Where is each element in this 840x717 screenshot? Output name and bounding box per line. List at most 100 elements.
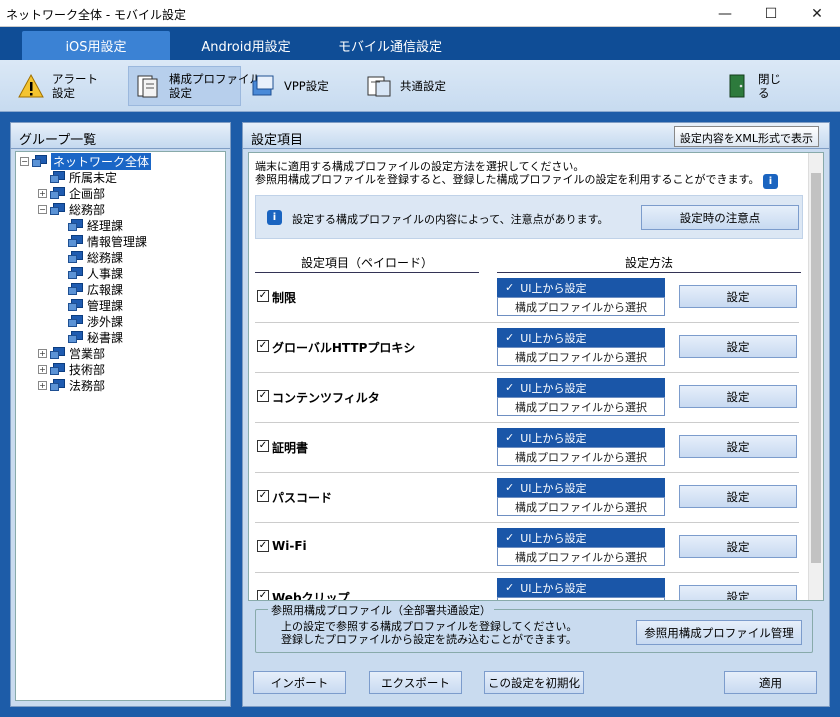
tree-item[interactable]: 経理課 <box>56 217 123 233</box>
option-profile[interactable]: 構成プロファイルから選択 <box>497 297 665 316</box>
note-box: i 設定する構成プロファイルの内容によって、注意点があります。 設定時の注意点 <box>255 195 803 239</box>
payload-name: 制限 <box>272 291 297 305</box>
payload-checkbox[interactable]: ✓ <box>257 390 269 402</box>
tree-item[interactable]: 総務課 <box>56 249 123 265</box>
info-icon[interactable]: i <box>763 174 778 189</box>
tree-item[interactable]: 秘書課 <box>56 329 123 345</box>
tree-item[interactable]: 管理課 <box>56 297 123 313</box>
scrollbar[interactable] <box>808 153 823 600</box>
group-icon <box>50 170 66 184</box>
description-line-1: 端末に適用する構成プロファイルの設定方法を選択してください。 <box>255 160 585 173</box>
payload-checkbox[interactable]: ✓ <box>257 440 269 452</box>
option-profile[interactable]: 構成プロファイルから選択 <box>497 547 665 566</box>
note-info-icon: i <box>267 210 282 225</box>
tree-item[interactable]: − ネットワーク全体 <box>20 152 152 170</box>
check-icon: ✓ <box>505 481 515 494</box>
tree-item[interactable]: + 技術部 <box>38 361 105 377</box>
payload-checkbox[interactable]: ✓ <box>257 290 269 302</box>
alert-settings-button[interactable]: アラート 設定 <box>12 66 112 106</box>
expand-toggle-icon[interactable]: − <box>38 204 47 214</box>
option-ui[interactable]: ✓ UI上から設定 <box>497 478 665 497</box>
tree-item[interactable]: 渉外課 <box>56 313 123 329</box>
vpp-settings-button[interactable]: VPP設定 <box>244 66 344 106</box>
set-button[interactable]: 設定 <box>679 435 797 458</box>
common-settings-button[interactable]: 共通設定 <box>360 66 460 106</box>
expand-toggle-icon[interactable]: + <box>38 348 47 358</box>
tree-item[interactable]: 情報管理課 <box>56 233 147 249</box>
payload-checkbox[interactable]: ✓ <box>257 340 269 352</box>
option-ui-label: UI上から設定 <box>520 581 587 595</box>
check-icon: ✓ <box>505 331 515 344</box>
reference-profile-manage-button[interactable]: 参照用構成プロファイル管理 <box>636 620 802 645</box>
xml-view-button[interactable]: 設定内容をXML形式で表示 <box>673 126 819 147</box>
tree-item[interactable]: − 総務部 <box>38 201 105 217</box>
tree-item[interactable]: + 企画部 <box>38 185 105 201</box>
set-button[interactable]: 設定 <box>679 385 797 408</box>
option-ui[interactable]: ✓ UI上から設定 <box>497 528 665 547</box>
tree-item[interactable]: + 営業部 <box>38 345 105 361</box>
option-profile[interactable]: 構成プロファイルから選択 <box>497 497 665 516</box>
maximize-button[interactable]: ☐ <box>748 0 794 27</box>
group-panel-title: グループ一覧 <box>11 123 230 149</box>
option-ui[interactable]: ✓ UI上から設定 <box>497 278 665 297</box>
tree-item-label: 法務部 <box>69 378 106 393</box>
payload-checkbox[interactable]: ✓ <box>257 540 269 552</box>
expand-toggle-icon[interactable]: + <box>38 188 47 198</box>
settings-list[interactable]: 端末に適用する構成プロファイルの設定方法を選択してください。 参照用構成プロファ… <box>248 152 824 601</box>
group-icon <box>50 362 66 376</box>
tab-mobile-comm[interactable]: モバイル通信設定 <box>316 31 464 60</box>
option-profile[interactable]: 構成プロファイルから選択 <box>497 597 665 600</box>
profile-icon <box>135 73 161 99</box>
reset-button[interactable]: この設定を初期化 <box>484 671 584 694</box>
reference-text-1: 上の設定で参照する構成プロファイルを登録してください。 <box>281 620 578 633</box>
close-app-button[interactable]: 閉じる <box>718 66 798 106</box>
option-profile[interactable]: 構成プロファイルから選択 <box>497 397 665 416</box>
apply-button[interactable]: 適用 <box>724 671 817 694</box>
vpp-icon <box>250 73 276 99</box>
set-button[interactable]: 設定 <box>679 485 797 508</box>
expand-toggle-icon[interactable]: + <box>38 380 47 390</box>
set-button[interactable]: 設定 <box>679 535 797 558</box>
group-icon <box>50 346 66 360</box>
payload-checkbox[interactable]: ✓ <box>257 590 269 600</box>
option-ui-label: UI上から設定 <box>520 281 587 295</box>
option-ui[interactable]: ✓ UI上から設定 <box>497 578 665 597</box>
set-button[interactable]: 設定 <box>679 335 797 358</box>
tree-item[interactable]: + 法務部 <box>38 377 105 393</box>
scrollbar-thumb[interactable] <box>811 173 821 563</box>
option-ui[interactable]: ✓ UI上から設定 <box>497 328 665 347</box>
tab-ios[interactable]: iOS用設定 <box>22 31 170 60</box>
payload-checkbox[interactable]: ✓ <box>257 490 269 502</box>
tree-item-label: 経理課 <box>87 218 124 233</box>
group-tree[interactable]: − ネットワーク全体 所属未定 + 企画部 − 総務部 経理課 情報管理課 総務課 人事課 広報課 管理… <box>15 151 226 701</box>
close-window-button[interactable]: ✕ <box>794 0 840 27</box>
settings-panel: 設定項目 設定内容をXML形式で表示 端末に適用する構成プロファイルの設定方法を… <box>242 122 830 707</box>
check-icon: ✓ <box>505 531 515 544</box>
check-icon: ✓ <box>505 431 515 444</box>
option-profile[interactable]: 構成プロファイルから選択 <box>497 447 665 466</box>
export-button[interactable]: エクスポート <box>369 671 462 694</box>
tree-item[interactable]: 人事課 <box>56 265 123 281</box>
payload-name: グローバルHTTPプロキシ <box>272 341 416 355</box>
group-icon <box>68 314 84 328</box>
description-line-2: 参照用構成プロファイルを登録すると、登録した構成プロファイルの設定を利用すること… <box>255 173 760 186</box>
tree-item[interactable]: 広報課 <box>56 281 123 297</box>
option-ui[interactable]: ✓ UI上から設定 <box>497 428 665 447</box>
column-method: 設定方法 <box>497 254 801 273</box>
tree-item-label: 所属未定 <box>69 170 118 185</box>
minimize-button[interactable]: — <box>702 0 748 27</box>
set-button[interactable]: 設定 <box>679 285 797 308</box>
import-button[interactable]: インポート <box>253 671 346 694</box>
caution-button[interactable]: 設定時の注意点 <box>641 205 799 230</box>
tab-android[interactable]: Android用設定 <box>172 31 320 60</box>
profile-settings-button[interactable]: 構成プロファイル 設定 <box>128 66 261 106</box>
option-ui[interactable]: ✓ UI上から設定 <box>497 378 665 397</box>
option-profile[interactable]: 構成プロファイルから選択 <box>497 347 665 366</box>
option-ui-label: UI上から設定 <box>520 431 587 445</box>
tree-item[interactable]: 所属未定 <box>38 169 117 185</box>
set-button[interactable]: 設定 <box>679 585 797 600</box>
payload-row: ✓ コンテンツフィルタ ✓ UI上から設定 構成プロファイルから選択 設定 <box>255 373 799 423</box>
tree-item-label: 秘書課 <box>87 330 124 345</box>
expand-toggle-icon[interactable]: + <box>38 364 47 374</box>
expand-toggle-icon[interactable]: − <box>20 156 29 166</box>
